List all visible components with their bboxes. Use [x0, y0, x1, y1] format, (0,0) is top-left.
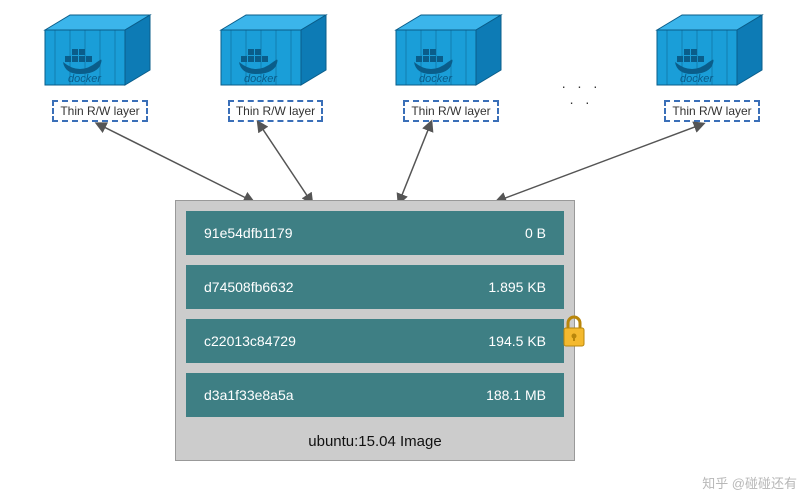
docker-container-icon: docker	[216, 10, 336, 95]
docker-container-icon: docker	[40, 10, 160, 95]
ellipsis: . . . . .	[557, 75, 607, 107]
layer-hash: d3a1f33e8a5a	[204, 387, 294, 403]
rw-layer-label: Thin R/W layer	[403, 100, 498, 122]
svg-text:docker: docker	[68, 73, 102, 85]
docker-container-icon: docker	[652, 10, 772, 95]
layer-size: 1.895 KB	[488, 279, 546, 295]
containers-row: docker Thin R/W layer	[0, 0, 812, 122]
container-unit: docker Thin R/W layer	[642, 10, 782, 122]
layer-size: 194.5 KB	[488, 333, 546, 349]
svg-text:docker: docker	[419, 73, 453, 85]
docker-container-icon: docker	[391, 10, 511, 95]
layer-row: d3a1f33e8a5a 188.1 MB	[186, 373, 564, 417]
lock-icon	[560, 314, 588, 348]
image-label: ubuntu:15.04 Image	[186, 427, 564, 460]
svg-text:docker: docker	[680, 73, 714, 85]
watermark: 知乎 @碰碰还有	[702, 473, 797, 492]
layer-row: 91e54dfb1179 0 B	[186, 211, 564, 255]
container-unit: docker Thin R/W layer	[206, 10, 346, 122]
rw-layer-label: Thin R/W layer	[228, 100, 323, 122]
svg-text:docker: docker	[244, 73, 278, 85]
rw-layer-label: Thin R/W layer	[52, 100, 147, 122]
container-unit: docker Thin R/W layer	[381, 10, 521, 122]
image-panel: 91e54dfb1179 0 B d74508fb6632 1.895 KB c…	[175, 200, 575, 461]
layer-hash: 91e54dfb1179	[204, 225, 293, 241]
layer-hash: d74508fb6632	[204, 279, 294, 295]
container-unit: docker Thin R/W layer	[30, 10, 170, 122]
layer-hash: c22013c84729	[204, 333, 296, 349]
layer-size: 0 B	[525, 225, 546, 241]
rw-layer-label: Thin R/W layer	[664, 100, 759, 122]
layer-row: d74508fb6632 1.895 KB	[186, 265, 564, 309]
layer-size: 188.1 MB	[486, 387, 546, 403]
layer-row: c22013c84729 194.5 KB	[186, 319, 564, 363]
